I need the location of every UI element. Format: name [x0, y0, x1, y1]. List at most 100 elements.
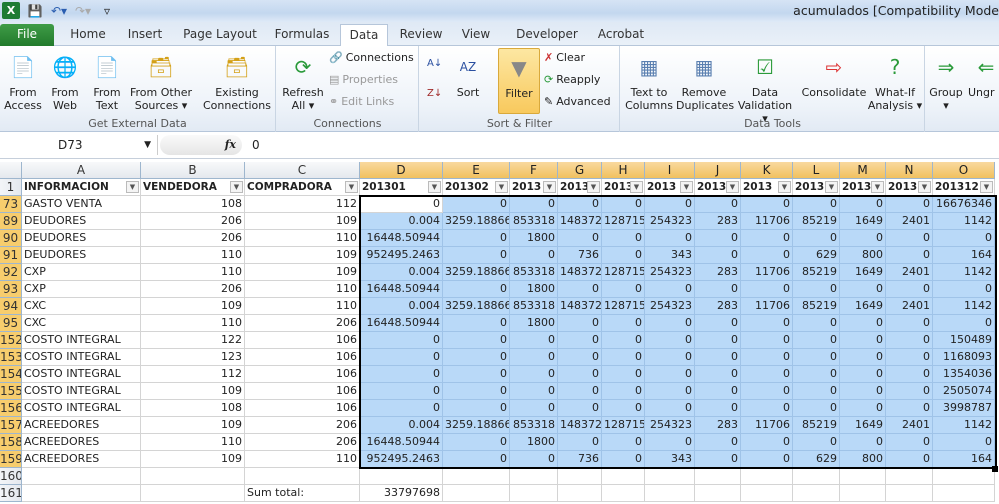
cell[interactable]: 109	[141, 451, 245, 468]
row-header[interactable]: 153	[0, 349, 22, 366]
cell[interactable]: 109	[245, 247, 360, 264]
row-header[interactable]: 95	[0, 315, 22, 332]
header-cell-e[interactable]: 201302 ▼	[443, 179, 510, 196]
row-header[interactable]: 155	[0, 383, 22, 400]
header-cell-j[interactable]: 2013 ▼	[695, 179, 741, 196]
tab-formulas[interactable]: Formulas	[270, 24, 334, 46]
cell[interactable]: 2401	[886, 298, 933, 315]
cell[interactable]	[793, 485, 840, 502]
cell[interactable]: 0	[602, 451, 645, 468]
cell[interactable]: 0	[793, 196, 840, 213]
what-if-analysis-button[interactable]: ? What-If Analysis ▾	[867, 50, 923, 113]
properties-button[interactable]: ▤ Properties	[329, 73, 398, 86]
cell[interactable]: 0	[510, 451, 558, 468]
cell[interactable]: 206	[245, 315, 360, 332]
header-cell-k[interactable]: 2013 ▼	[741, 179, 793, 196]
column-header-c[interactable]: C	[245, 162, 360, 179]
cell[interactable]	[510, 485, 558, 502]
row-header[interactable]: 157	[0, 417, 22, 434]
from-other-sources-button[interactable]: 🗃 From Other Sources ▾	[128, 50, 194, 113]
cell[interactable]	[933, 485, 995, 502]
column-header-b[interactable]: B	[141, 162, 245, 179]
cell[interactable]: 629	[793, 451, 840, 468]
cell[interactable]: 0	[886, 451, 933, 468]
column-header-m[interactable]: M	[840, 162, 886, 179]
cell[interactable]: 0	[741, 349, 793, 366]
cell[interactable]: 0	[558, 434, 602, 451]
cell[interactable]: 0	[360, 383, 443, 400]
cell[interactable]	[886, 468, 933, 485]
row-header[interactable]: 73	[0, 196, 22, 213]
cell[interactable]: 11706	[741, 298, 793, 315]
cell[interactable]: 0	[695, 230, 741, 247]
cell[interactable]: 0	[602, 383, 645, 400]
cell[interactable]: 0	[793, 400, 840, 417]
cell[interactable]: DEUDORES	[22, 230, 141, 247]
tab-file[interactable]: File	[0, 24, 54, 46]
cell[interactable]: 0	[695, 196, 741, 213]
cell[interactable]: 0	[840, 230, 886, 247]
header-cell-b[interactable]: VENDEDORA ▼	[141, 179, 245, 196]
cell[interactable]: 148372	[558, 298, 602, 315]
row-header[interactable]: 156	[0, 400, 22, 417]
row-header[interactable]: 94	[0, 298, 22, 315]
cell[interactable]: ACREEDORES	[22, 451, 141, 468]
cell[interactable]: 629	[793, 247, 840, 264]
cell[interactable]: 123	[141, 349, 245, 366]
cell[interactable]: 110	[141, 247, 245, 264]
tab-data[interactable]: Data	[340, 24, 388, 47]
cell[interactable]	[840, 485, 886, 502]
cell[interactable]: 1142	[933, 298, 995, 315]
column-header-h[interactable]: H	[602, 162, 645, 179]
cell[interactable]: 952495.2463	[360, 451, 443, 468]
cell[interactable]: 0	[695, 366, 741, 383]
cell[interactable]: 0	[443, 383, 510, 400]
cell[interactable]: 16448.50944	[360, 315, 443, 332]
cell[interactable]: CXC	[22, 298, 141, 315]
cell[interactable]: 0	[645, 434, 695, 451]
cell[interactable]: 0.004	[360, 264, 443, 281]
cell[interactable]: 206	[245, 417, 360, 434]
cell[interactable]: 2401	[886, 264, 933, 281]
cell[interactable]: 0	[933, 230, 995, 247]
cell[interactable]: 148372	[558, 417, 602, 434]
cell[interactable]: 0	[510, 349, 558, 366]
tab-acrobat[interactable]: Acrobat	[596, 24, 646, 46]
clear-filter-button[interactable]: ✗ Clear	[544, 51, 585, 64]
cell[interactable]: 0	[840, 434, 886, 451]
cell[interactable]: 110	[141, 315, 245, 332]
cell[interactable]: 1800	[510, 230, 558, 247]
cell[interactable]: 0	[360, 366, 443, 383]
cell[interactable]	[645, 485, 695, 502]
cell[interactable]: 0	[695, 315, 741, 332]
cell[interactable]: 128715	[602, 264, 645, 281]
cell[interactable]: CXP	[22, 264, 141, 281]
cell[interactable]: 16448.50944	[360, 434, 443, 451]
header-cell-d[interactable]: 201301 ▼	[360, 179, 443, 196]
formula-input[interactable]: 0	[252, 135, 260, 155]
cell[interactable]: 109	[245, 213, 360, 230]
cell[interactable]: 283	[695, 417, 741, 434]
sort-button[interactable]: AZ Sort	[452, 50, 484, 99]
cell[interactable]: 1142	[933, 264, 995, 281]
cell[interactable]: 0	[558, 315, 602, 332]
sum-total-value[interactable]: 33797698	[360, 485, 443, 502]
cell[interactable]: 108	[141, 400, 245, 417]
cell[interactable]: 0	[443, 434, 510, 451]
cell[interactable]: 0	[886, 366, 933, 383]
cell[interactable]: 150489	[933, 332, 995, 349]
cell[interactable]: 254323	[645, 298, 695, 315]
header-cell-h[interactable]: 2013 ▼	[602, 179, 645, 196]
cell[interactable]: 11706	[741, 264, 793, 281]
cell[interactable]: 0	[886, 281, 933, 298]
cell[interactable]	[245, 468, 360, 485]
cell[interactable]: 0	[645, 366, 695, 383]
cell[interactable]: 128715	[602, 213, 645, 230]
tab-home[interactable]: Home	[64, 24, 112, 46]
from-access-button[interactable]: 📄 From Access	[3, 50, 43, 113]
cell[interactable]: 1800	[510, 315, 558, 332]
cell[interactable]: COSTO INTEGRAL	[22, 383, 141, 400]
sum-total-label[interactable]: Sum total:	[245, 485, 360, 502]
cell[interactable]: DEUDORES	[22, 247, 141, 264]
cell[interactable]: 110	[141, 264, 245, 281]
